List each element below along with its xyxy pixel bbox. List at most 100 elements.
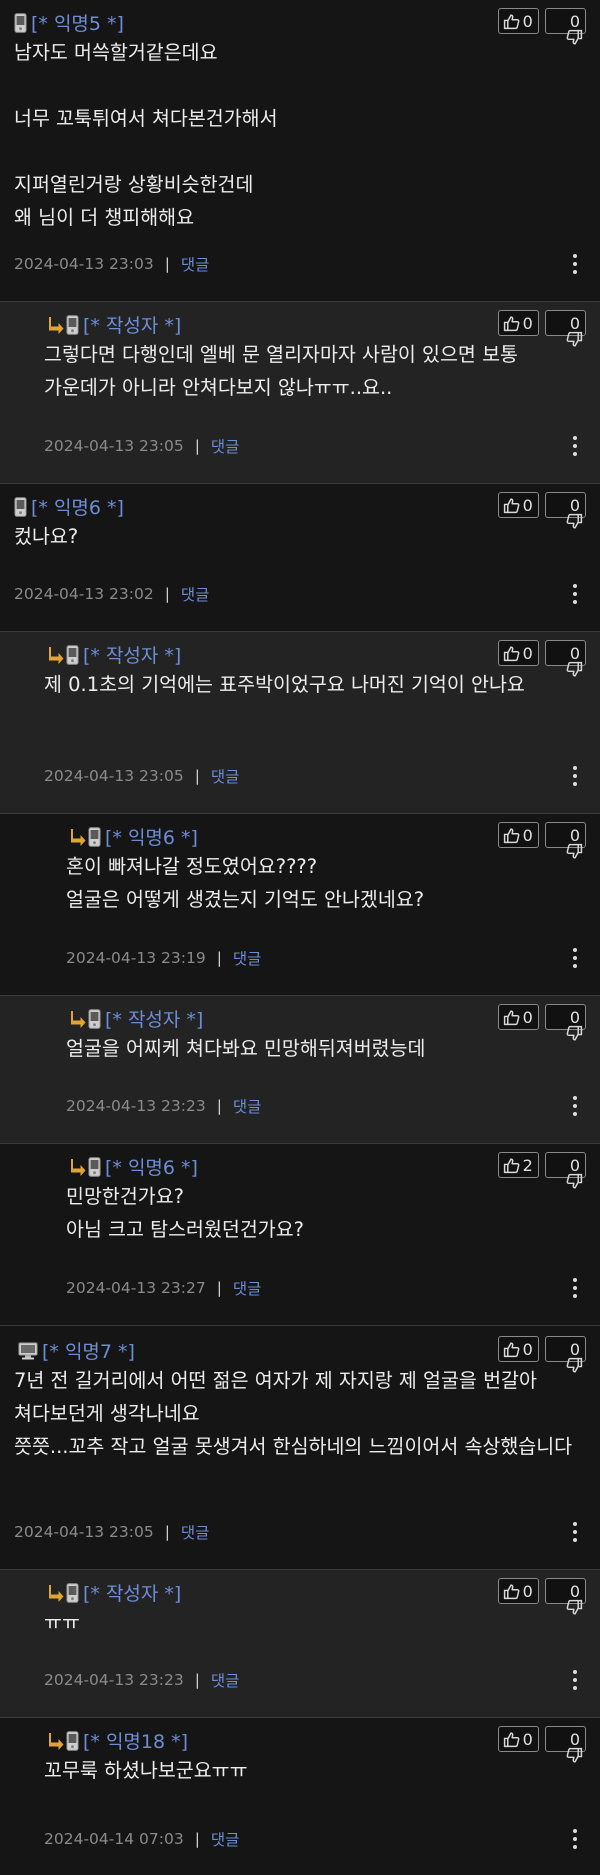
mobile-icon	[14, 496, 27, 517]
thumbs-up-icon	[503, 13, 520, 29]
thumbs-up-icon	[503, 1583, 520, 1599]
comment-date: 2024-04-13 23:05	[44, 437, 184, 455]
downvote-button[interactable]: 0	[544, 1726, 586, 1763]
downvote-button[interactable]: 0	[544, 822, 586, 859]
comment-author: [* 작성자 *]	[48, 1579, 181, 1606]
upvote-button[interactable]: 0	[497, 492, 539, 518]
reply-link[interactable]: 댓글	[211, 1828, 240, 1850]
upvote-button[interactable]: 0	[497, 822, 539, 848]
more-options-icon[interactable]	[572, 948, 578, 968]
comment-header: [* 익명6 *] 0 0	[0, 484, 600, 529]
meta-separator: |	[164, 1523, 170, 1541]
reply-link[interactable]: 댓글	[211, 765, 240, 787]
upvote-count: 0	[522, 825, 533, 845]
comment-author: [* 작성자 *]	[48, 311, 181, 338]
upvote-button[interactable]: 0	[497, 1578, 539, 1604]
comment-meta: 2024-04-13 23:05 | 댓글	[0, 1512, 600, 1552]
more-options-icon[interactable]	[572, 1096, 578, 1116]
thumbs-down-icon	[566, 1747, 582, 1763]
comment-meta: 2024-04-13 23:05 | 댓글	[0, 426, 600, 466]
upvote-button[interactable]: 0	[497, 640, 539, 666]
downvote-count: 0	[569, 1007, 580, 1027]
reply-link[interactable]: 댓글	[211, 1669, 240, 1691]
vote-group: 00	[497, 822, 586, 859]
comment-line	[14, 69, 580, 102]
mobile-icon	[88, 1008, 101, 1029]
upvote-button[interactable]: 0	[497, 1336, 539, 1362]
author-name: [* 작성자 *]	[83, 1583, 182, 1605]
pc-icon	[18, 1342, 38, 1360]
downvote-button[interactable]: 0	[544, 1152, 586, 1189]
downvote-button[interactable]: 0	[544, 1336, 586, 1373]
reply-link[interactable]: 댓글	[181, 1521, 210, 1543]
comment-header: [* 익명6 *] 2 0	[0, 1144, 600, 1189]
downvote-count: 0	[569, 1729, 580, 1749]
comment-line: 너무 꼬툭튀여서 쳐다본건가해서	[14, 107, 278, 130]
comment-body: 제 0.1초의 기억에는 표주박이었구요 나머진 기억이 안나요	[0, 668, 600, 736]
upvote-count: 2	[522, 1155, 533, 1175]
downvote-count: 0	[569, 1155, 580, 1175]
author-name: [* 익명7 *]	[42, 1341, 135, 1363]
comment-body: 혼이 빠져나갈 정도였어요???? 얼굴은 어떻게 생겼는지 기억도 안나겠네요?	[0, 850, 600, 918]
comment-body: ㅠㅠ	[0, 1606, 600, 1640]
upvote-button[interactable]: 0	[497, 8, 539, 34]
meta-separator: |	[164, 255, 170, 273]
comment-body: 민망한건가요? 아님 크고 탐스러웠던건가요?	[0, 1180, 600, 1248]
downvote-button[interactable]: 0	[544, 1578, 586, 1615]
reply-item: [* 작성자 *] 0 0 제 0.1초의 기억에는 표주박이었구요 나머진 기억이 …	[0, 632, 600, 814]
downvote-button[interactable]: 0	[544, 492, 586, 529]
author-name: [* 익명6 *]	[105, 1157, 198, 1179]
reply-item: [* 작성자 *] 0 0 ㅠㅠ 2024-04-13 23:23 | 댓글	[0, 1570, 600, 1718]
vote-group: 00	[497, 1004, 586, 1041]
downvote-button[interactable]: 0	[544, 1004, 586, 1041]
author-name: [* 작성자 *]	[83, 315, 182, 337]
upvote-count: 0	[522, 1581, 533, 1601]
thumbs-down-icon	[566, 1357, 582, 1373]
reply-link[interactable]: 댓글	[233, 947, 262, 969]
downvote-button[interactable]: 0	[544, 310, 586, 347]
more-options-icon[interactable]	[572, 1278, 578, 1298]
upvote-button[interactable]: 0	[497, 310, 539, 336]
upvote-count: 0	[522, 495, 533, 515]
upvote-button[interactable]: 0	[497, 1004, 539, 1030]
comment-date: 2024-04-13 23:02	[14, 585, 154, 603]
reply-link[interactable]: 댓글	[181, 253, 210, 275]
reply-arrow-icon	[48, 1732, 64, 1750]
thumbs-down-icon	[566, 513, 582, 529]
reply-link[interactable]: 댓글	[181, 583, 210, 605]
more-options-icon[interactable]	[572, 766, 578, 786]
more-options-icon[interactable]	[572, 254, 578, 274]
more-options-icon[interactable]	[572, 1829, 578, 1849]
reply-link[interactable]: 댓글	[211, 435, 240, 457]
upvote-button[interactable]: 0	[497, 1726, 539, 1752]
more-options-icon[interactable]	[572, 584, 578, 604]
more-options-icon[interactable]	[572, 436, 578, 456]
comment-author: [* 익명6 *]	[70, 823, 198, 850]
comment-line: 쯧쯧...꼬추 작고 얼굴 못생겨서 한심하네의 느낌이어서 속상했습니다	[14, 1435, 573, 1458]
vote-group: 00	[497, 1336, 586, 1373]
upvote-count: 0	[522, 1007, 533, 1027]
vote-group: 00	[497, 310, 586, 347]
reply-link[interactable]: 댓글	[233, 1277, 262, 1299]
reply-link[interactable]: 댓글	[233, 1095, 262, 1117]
comment-body: 컸나요?	[0, 520, 600, 554]
meta-separator: |	[194, 1671, 200, 1689]
mobile-icon	[88, 1156, 101, 1177]
downvote-count: 0	[569, 643, 580, 663]
upvote-count: 0	[522, 11, 533, 31]
comment-meta: 2024-04-13 23:23 | 댓글	[0, 1660, 600, 1700]
more-options-icon[interactable]	[572, 1670, 578, 1690]
more-options-icon[interactable]	[572, 1522, 578, 1542]
comment-line: 왜 님이 더 챙피해해요	[14, 206, 195, 229]
downvote-button[interactable]: 0	[544, 640, 586, 677]
reply-item: [* 작성자 *] 0 0 그렇다면 다행인데 엘베 문 열리자마자 사람이 있으면 …	[0, 302, 600, 484]
comment-header: [* 익명18 *] 0 0	[0, 1718, 600, 1763]
author-name: [* 익명6 *]	[31, 497, 124, 519]
downvote-button[interactable]: 0	[544, 8, 586, 45]
upvote-count: 0	[522, 1339, 533, 1359]
comment-item: [* 익명6 *] 0 0 컸나요? 2024-04-13 23:02 | 댓글	[0, 484, 600, 632]
upvote-button[interactable]: 2	[497, 1152, 539, 1178]
vote-group: 00	[497, 492, 586, 529]
comment-meta: 2024-04-14 07:03 | 댓글	[0, 1819, 600, 1859]
thumbs-down-icon	[566, 1599, 582, 1615]
